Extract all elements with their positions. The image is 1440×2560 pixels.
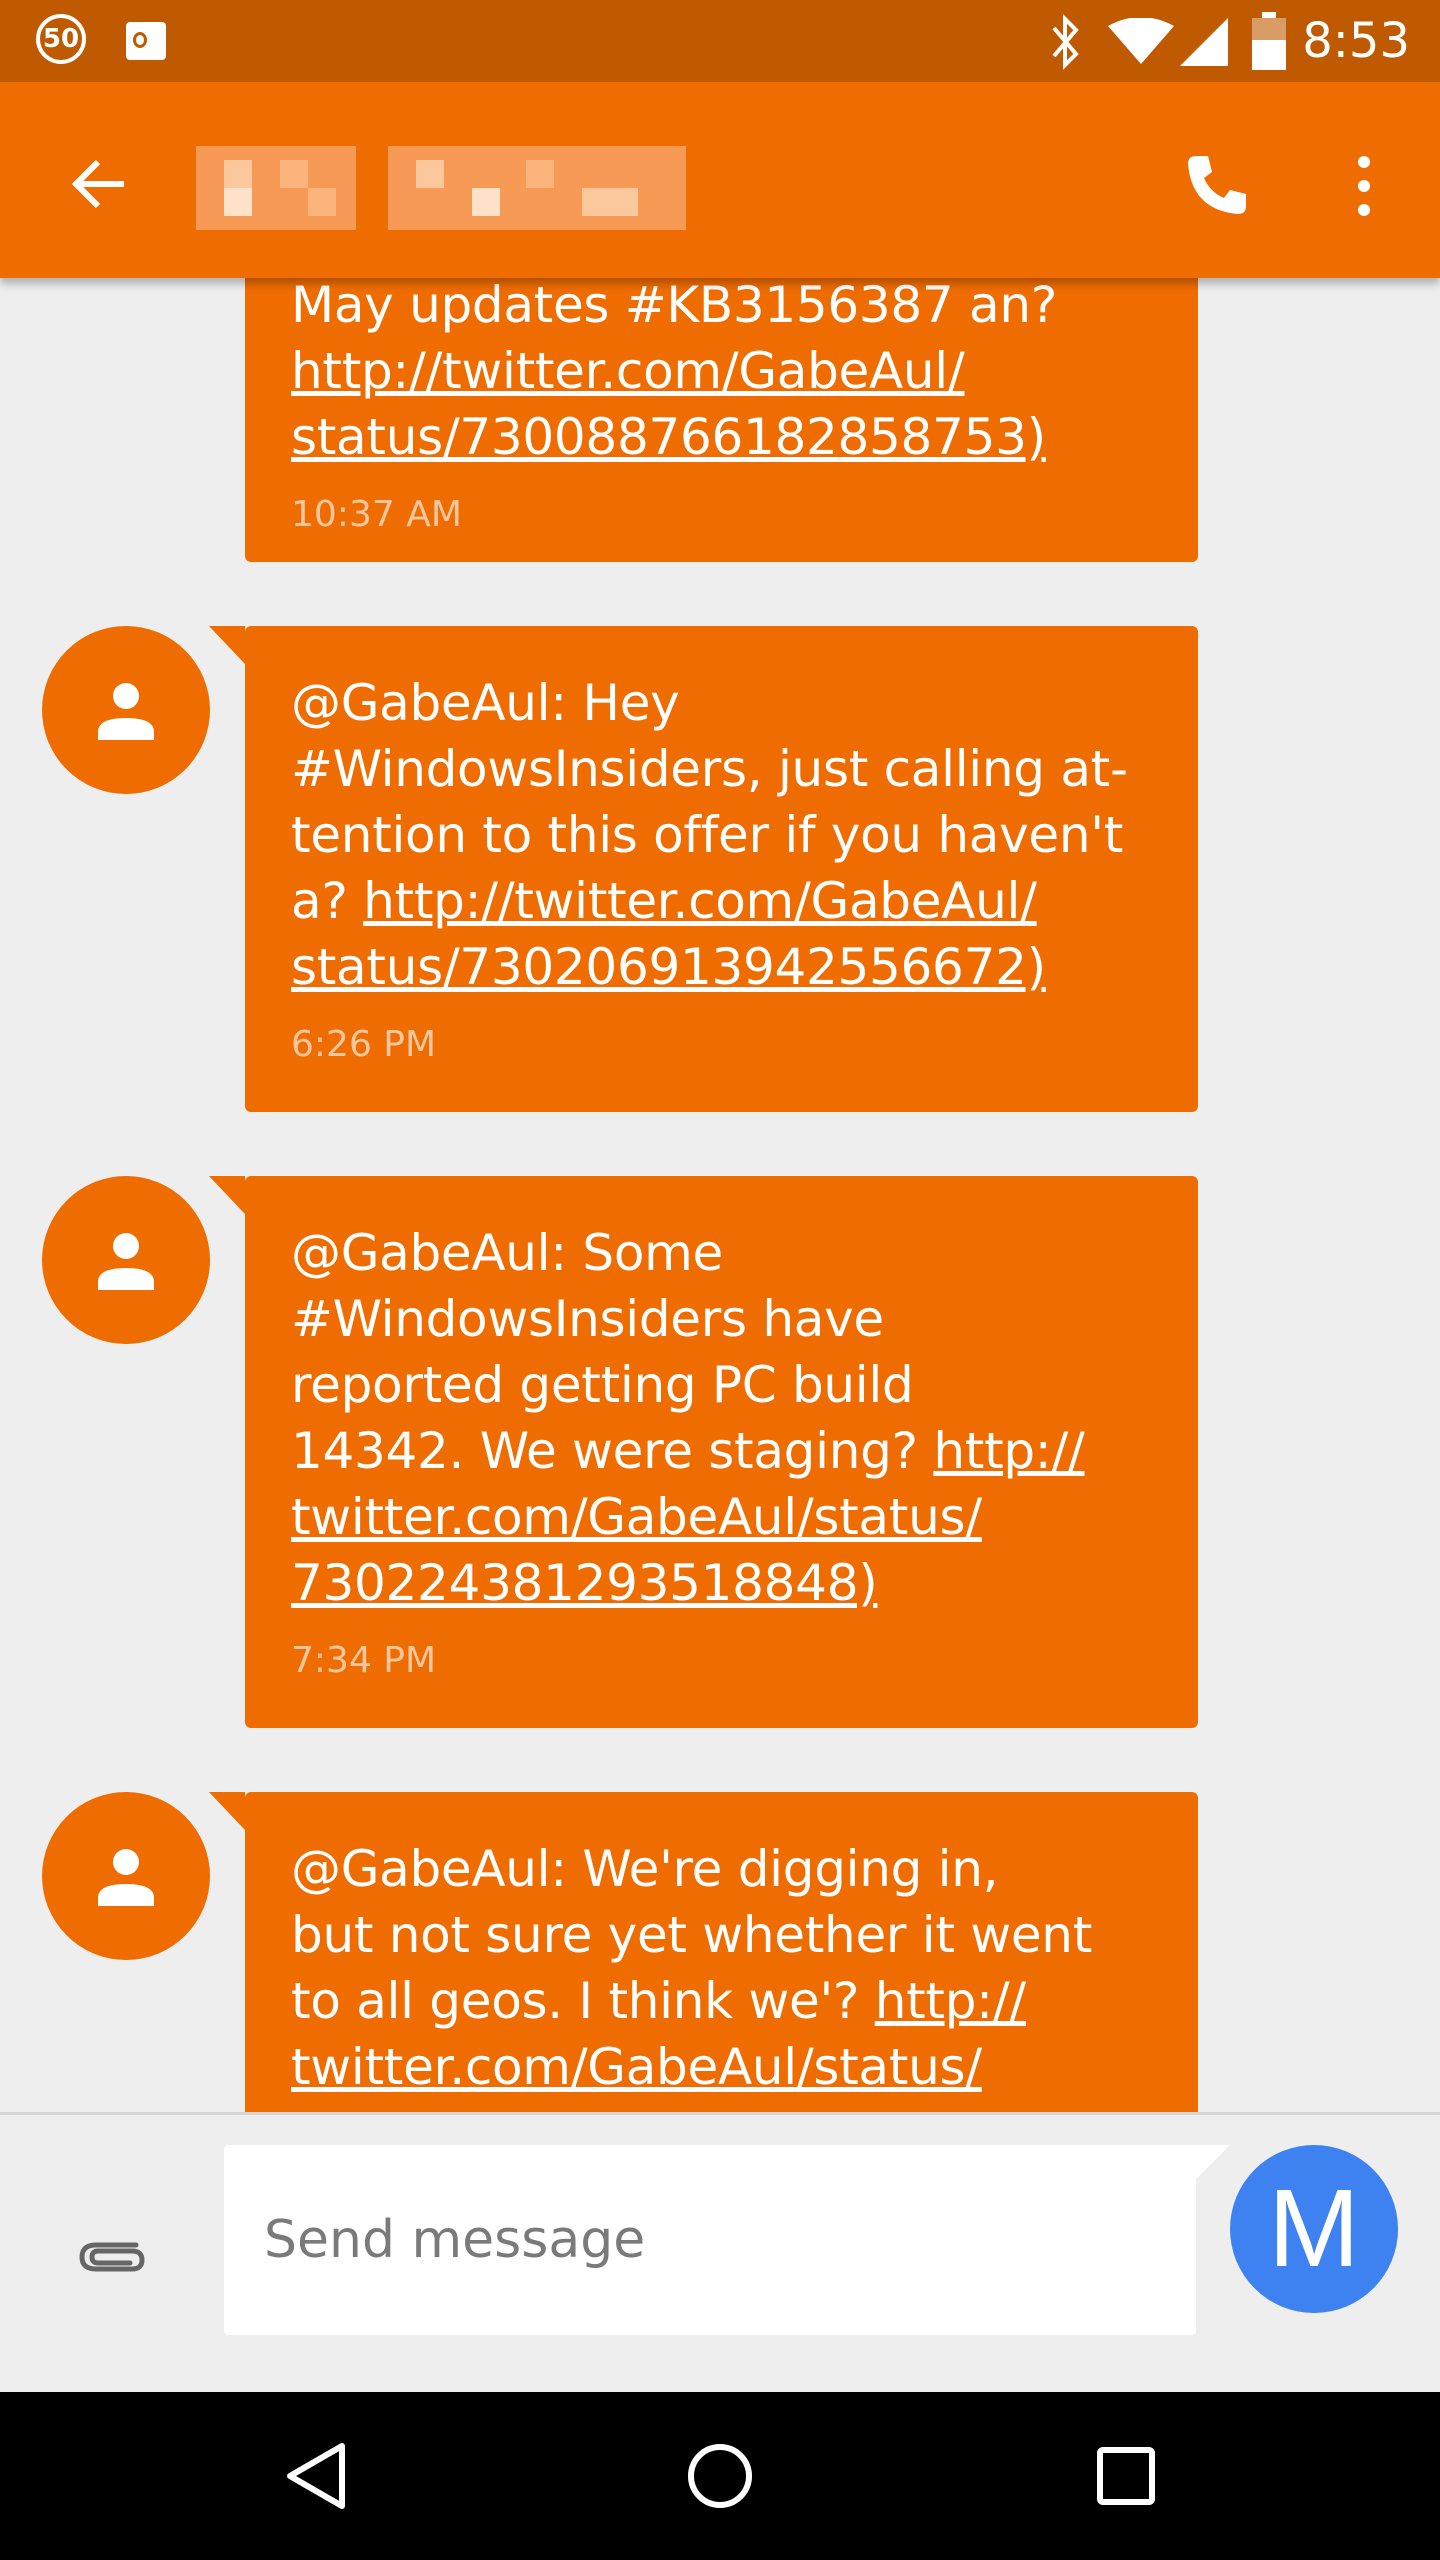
battery-icon bbox=[1252, 12, 1286, 70]
message-link[interactable]: http://twitter.com/GabeAul/ status/73008… bbox=[291, 342, 1046, 466]
notification-count-badge: 50 bbox=[36, 14, 86, 64]
clock-text: 8:53 bbox=[1302, 13, 1410, 69]
message-timestamp: 6:26 PM bbox=[291, 1024, 437, 1065]
message-text: @GabeAul: We're digging in, but not sure… bbox=[291, 1836, 1152, 2100]
back-arrow-icon[interactable] bbox=[60, 146, 140, 226]
person-icon bbox=[98, 1849, 154, 1906]
phone-icon[interactable] bbox=[1176, 146, 1256, 226]
message-body: May updates #KB3156387 an? bbox=[291, 278, 1073, 334]
message-timestamp: 7:34 PM bbox=[291, 1640, 437, 1681]
status-bar: 50 8:53 bbox=[0, 0, 1440, 82]
sender-avatar[interactable] bbox=[42, 1176, 210, 1344]
nav-back-icon[interactable] bbox=[280, 2436, 356, 2516]
message-body: @GabeAul: Some #WindowsInsiders have rep… bbox=[291, 1224, 918, 1480]
message-link[interactable]: http://twitter.com/GabeAul/ status/73020… bbox=[291, 872, 1046, 996]
person-icon bbox=[98, 683, 154, 740]
message-thread[interactable]: May updates #KB3156387 an? http://twitte… bbox=[0, 278, 1440, 2112]
wifi-icon bbox=[1108, 18, 1174, 64]
message-bubble[interactable]: @GabeAul: Some #WindowsInsiders have rep… bbox=[209, 1176, 1198, 1728]
outlook-icon bbox=[126, 22, 166, 60]
paperclip-icon[interactable] bbox=[70, 2215, 154, 2299]
message-bubble[interactable]: @GabeAul: Hey #WindowsInsiders, just cal… bbox=[209, 626, 1198, 1112]
sender-avatar[interactable] bbox=[42, 1792, 210, 1960]
signal-icon bbox=[1180, 18, 1228, 66]
message-text: @GabeAul: Hey #WindowsInsiders, just cal… bbox=[291, 670, 1152, 1000]
message-timestamp: 10:37 AM bbox=[291, 494, 462, 535]
message-text: May updates #KB3156387 an? http://twitte… bbox=[291, 278, 1152, 470]
contact-name-pixelated bbox=[196, 146, 686, 230]
app-bar bbox=[0, 82, 1440, 278]
system-nav-bar bbox=[0, 2392, 1440, 2560]
message-bubble[interactable]: May updates #KB3156387 an? http://twitte… bbox=[245, 278, 1198, 562]
nav-home-icon[interactable] bbox=[684, 2436, 756, 2516]
message-text: @GabeAul: Some #WindowsInsiders have rep… bbox=[291, 1220, 1152, 1616]
person-icon bbox=[98, 1233, 154, 1290]
nav-recents-icon[interactable] bbox=[1090, 2436, 1162, 2516]
compose-bar: M bbox=[0, 2112, 1440, 2392]
more-vert-icon[interactable] bbox=[1324, 146, 1404, 226]
send-avatar-button[interactable]: M bbox=[1230, 2145, 1398, 2313]
bluetooth-icon bbox=[1052, 14, 1079, 70]
message-input[interactable] bbox=[224, 2145, 1196, 2335]
input-tail bbox=[1194, 2145, 1230, 2181]
sender-avatar[interactable] bbox=[42, 626, 210, 794]
message-bubble[interactable]: @GabeAul: We're digging in, but not sure… bbox=[209, 1792, 1198, 2112]
